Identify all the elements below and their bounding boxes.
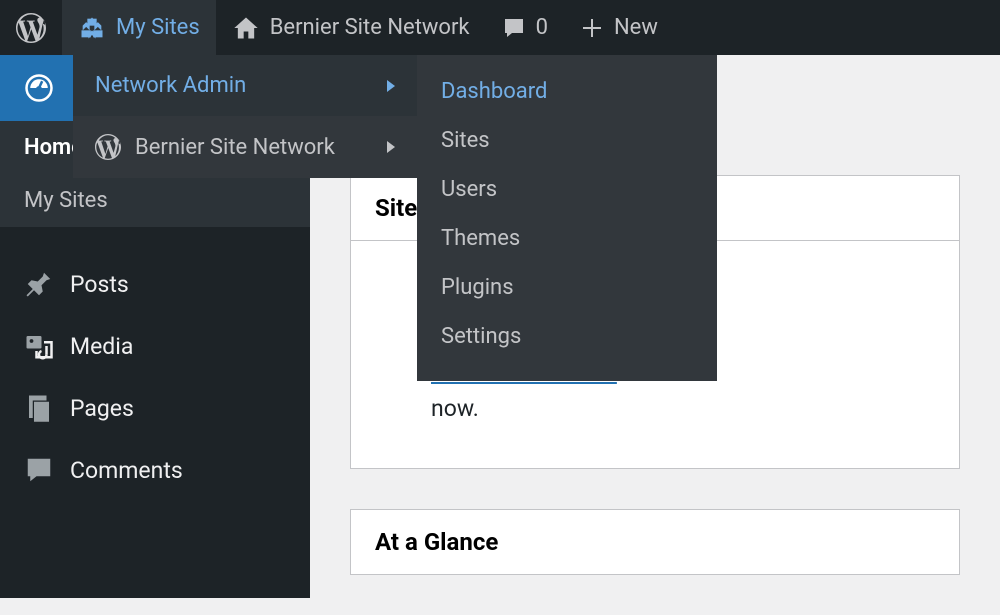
- submenu-themes[interactable]: Themes: [417, 214, 717, 263]
- sidebar-comments[interactable]: Comments: [0, 439, 310, 501]
- sidebar-posts-label: Posts: [70, 271, 129, 298]
- comments-count: 0: [536, 15, 548, 40]
- sidebar-sub-mysites[interactable]: My Sites: [0, 174, 310, 227]
- at-a-glance-widget: At a Glance: [350, 509, 960, 575]
- mysites-flyout: Network Admin Bernier Site Network: [73, 55, 417, 178]
- plus-icon: [580, 16, 604, 40]
- dashboard-icon: [24, 73, 54, 103]
- sidebar-media[interactable]: Media: [0, 315, 310, 377]
- chevron-right-icon: [387, 141, 395, 153]
- submenu-plugins[interactable]: Plugins: [417, 263, 717, 312]
- flyout-site[interactable]: Bernier Site Network: [73, 116, 417, 178]
- pushpin-icon: [24, 269, 54, 299]
- flyout-site-label: Bernier Site Network: [135, 135, 335, 160]
- my-sites-menu[interactable]: My Sites: [62, 0, 216, 55]
- sidebar-pages-label: Pages: [70, 395, 134, 422]
- sidebar-posts[interactable]: Posts: [0, 253, 310, 315]
- my-sites-label: My Sites: [116, 15, 200, 40]
- home-icon: [232, 14, 260, 42]
- chevron-right-icon: [387, 80, 395, 92]
- sidebar-pages[interactable]: Pages: [0, 377, 310, 439]
- comments-icon: [24, 455, 54, 485]
- comment-icon: [502, 16, 526, 40]
- flyout-network-admin[interactable]: Network Admin: [73, 55, 417, 116]
- sidebar-separator: [0, 227, 310, 253]
- multisite-icon: [78, 14, 106, 42]
- submenu-users[interactable]: Users: [417, 165, 717, 214]
- media-icon: [24, 331, 54, 361]
- site-name-menu[interactable]: Bernier Site Network: [216, 0, 486, 55]
- wordpress-logo-icon: [16, 13, 46, 43]
- comments-menu[interactable]: 0: [486, 0, 564, 55]
- submenu-settings[interactable]: Settings: [417, 312, 717, 361]
- submenu-dashboard[interactable]: Dashboard: [417, 67, 717, 116]
- admin-bar: My Sites Bernier Site Network 0 New: [0, 0, 1000, 55]
- network-admin-submenu: Dashboard Sites Users Themes Plugins Set…: [417, 55, 717, 381]
- sidebar-media-label: Media: [70, 333, 133, 360]
- wordpress-logo-icon: [95, 134, 121, 160]
- new-label: New: [614, 15, 658, 40]
- flyout-network-admin-label: Network Admin: [95, 73, 246, 98]
- at-a-glance-title: At a Glance: [351, 510, 959, 574]
- wp-logo-menu[interactable]: [0, 0, 62, 55]
- sidebar-comments-label: Comments: [70, 457, 183, 484]
- site-health-text-3: now.: [431, 395, 479, 422]
- site-name-label: Bernier Site Network: [270, 15, 470, 40]
- submenu-sites[interactable]: Sites: [417, 116, 717, 165]
- new-content-menu[interactable]: New: [564, 0, 674, 55]
- pages-icon: [24, 393, 54, 423]
